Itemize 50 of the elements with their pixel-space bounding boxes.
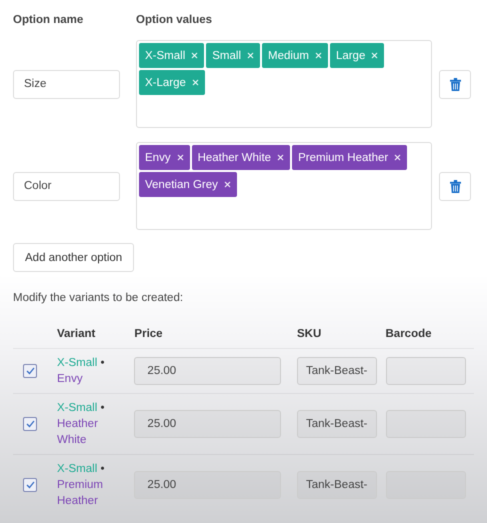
price-field[interactable]: 25.00 — [134, 410, 282, 438]
column-label: Option name — [13, 14, 84, 26]
variant-name: X-Small • Premium Heather — [57, 462, 106, 509]
value-tag: Envy — [139, 145, 190, 170]
value-tag: X-Small — [139, 43, 204, 68]
remove-icon[interactable] — [176, 154, 184, 161]
row-checkbox[interactable] — [23, 417, 37, 431]
add-option-button[interactable]: Add another option — [13, 243, 134, 272]
value-tag: Small — [206, 43, 260, 68]
check-icon — [26, 367, 34, 375]
section-caption: Modify the variants to be created: — [13, 292, 184, 304]
value-tag: Premium Heather — [292, 145, 408, 170]
column-label: Option values — [136, 14, 212, 26]
option-values-field[interactable]: Envy Heather White Premium Heather Venetian Grey — [136, 142, 432, 230]
remove-icon[interactable] — [394, 154, 402, 161]
row-checkbox[interactable] — [23, 478, 37, 492]
check-icon — [26, 420, 34, 428]
remove-icon[interactable] — [192, 79, 199, 86]
sku-field[interactable]: Tank-Beast- — [297, 410, 378, 438]
remove-icon[interactable] — [224, 181, 231, 188]
price-field[interactable]: 25.00 — [134, 471, 282, 499]
check-icon — [26, 481, 34, 489]
sku-field[interactable]: Tank-Beast- — [297, 471, 378, 499]
barcode-field[interactable] — [386, 410, 466, 438]
value-tag: Venetian Grey — [139, 172, 237, 197]
price-field[interactable]: 25.00 — [134, 357, 282, 385]
remove-icon[interactable] — [247, 52, 254, 59]
variant-name: X-Small • Heather White — [57, 401, 106, 448]
column-header: Variant — [57, 328, 96, 340]
column-header: SKU — [297, 328, 322, 340]
column-header: Barcode — [386, 328, 432, 340]
value-tag: Medium — [262, 43, 328, 68]
delete-button[interactable] — [439, 70, 471, 98]
delete-button[interactable] — [439, 172, 471, 200]
option-name-field[interactable]: Size — [13, 70, 120, 98]
value-tag: Heather White — [192, 145, 290, 170]
remove-icon[interactable] — [277, 154, 284, 161]
value-tag: Large — [330, 43, 384, 68]
remove-icon[interactable] — [314, 52, 322, 59]
row-checkbox[interactable] — [23, 364, 37, 378]
option-name-field[interactable]: Color — [13, 172, 120, 200]
value-tag: X-Large — [139, 70, 205, 95]
variant-name: X-Small • Envy — [57, 356, 106, 387]
remove-icon[interactable] — [371, 52, 378, 59]
sku-field[interactable]: Tank-Beast- — [297, 357, 378, 385]
trash-icon — [450, 180, 460, 192]
remove-icon[interactable] — [191, 52, 198, 59]
column-header: Price — [134, 328, 163, 340]
trash-icon — [450, 78, 460, 90]
barcode-field[interactable] — [386, 357, 466, 385]
